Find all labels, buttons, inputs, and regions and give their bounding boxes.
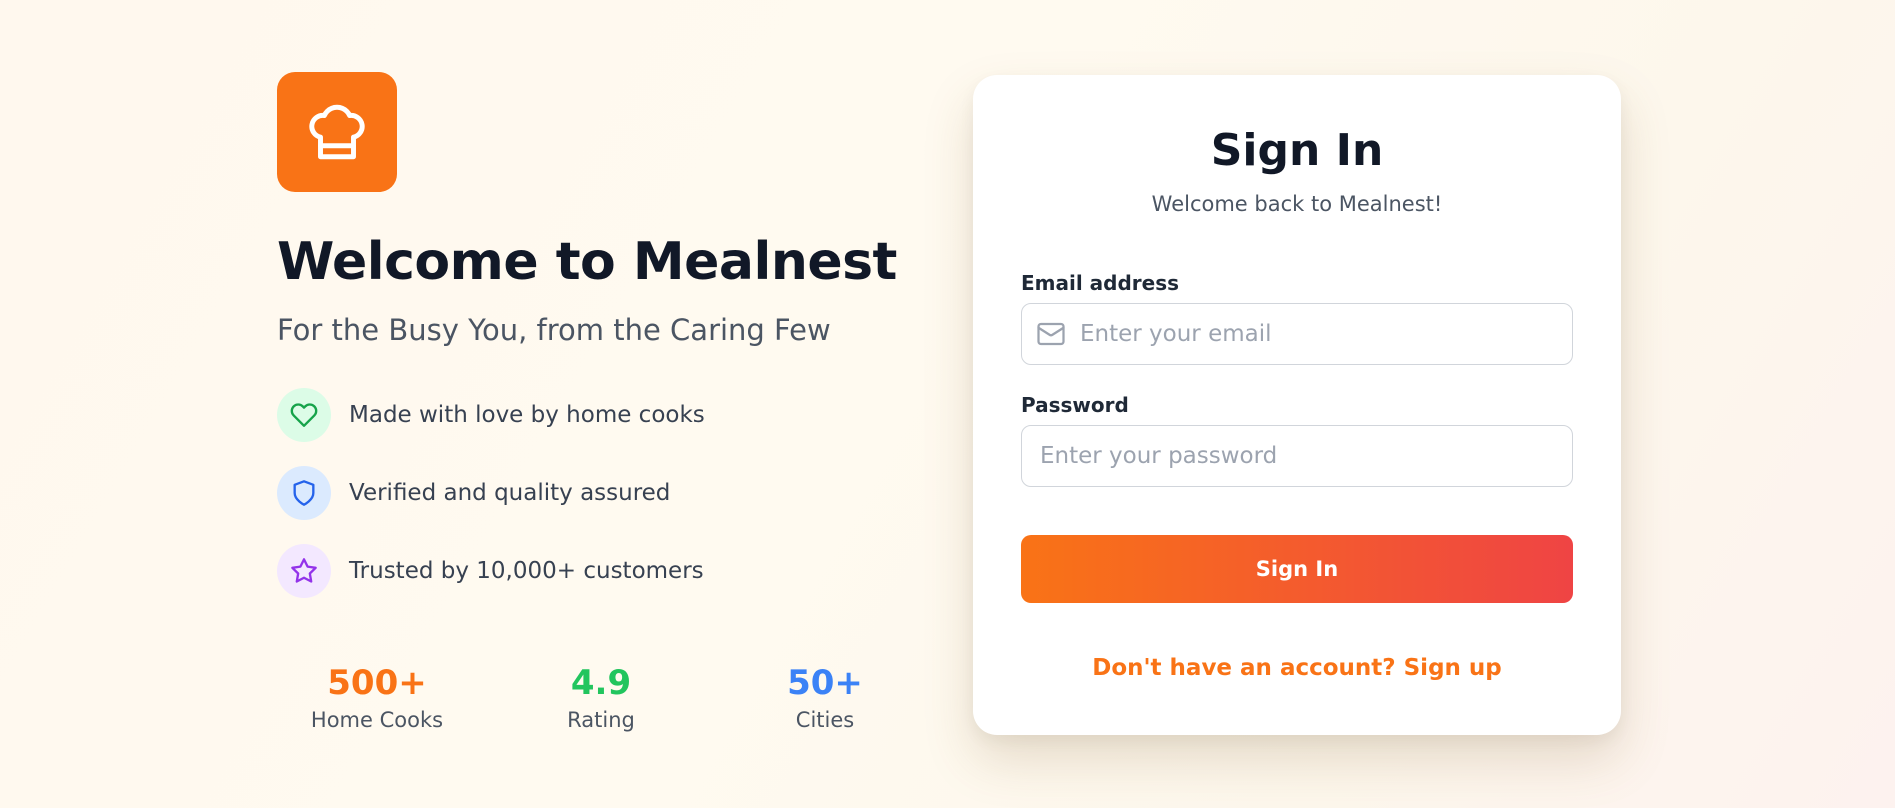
password-field[interactable] [1021,425,1573,487]
feature-text: Verified and quality assured [349,480,671,506]
brand-logo [277,72,397,192]
stat-home-cooks: 500+ Home Cooks [277,662,477,732]
welcome-headline: Welcome to Mealnest [277,232,897,292]
signup-link[interactable]: Don't have an account? Sign up [973,655,1621,681]
signin-title: Sign In [1210,125,1384,176]
feature-list: Made with love by home cooks Verified an… [277,388,877,598]
mail-icon [1036,319,1066,349]
email-input[interactable] [1080,304,1572,364]
stat-value: 500+ [327,663,427,703]
stat-label: Cities [795,708,855,732]
chef-hat-icon [309,104,365,160]
feature-item-trusted: Trusted by 10,000+ customers [277,544,877,598]
stat-rating: 4.9 Rating [501,662,701,732]
password-label: Password [1021,393,1129,417]
signin-button[interactable]: Sign In [1021,535,1573,603]
stat-label: Home Cooks [310,708,444,732]
signin-subtitle: Welcome back to Mealnest! [1151,192,1443,216]
stat-value: 4.9 [570,663,632,703]
stat-cities: 50+ Cities [725,662,925,732]
tagline: For the Busy You, from the Caring Few [277,313,831,347]
stat-label: Rating [567,708,635,732]
heart-icon [277,388,331,442]
feature-text: Trusted by 10,000+ customers [349,558,704,584]
password-input[interactable] [1040,426,1572,486]
email-label: Email address [1021,271,1180,295]
feature-item-verified: Verified and quality assured [277,466,877,520]
email-field[interactable] [1021,303,1573,365]
signin-card: Sign In Welcome back to Mealnest! Email … [973,75,1621,735]
feature-text: Made with love by home cooks [349,402,705,428]
star-icon [277,544,331,598]
stat-value: 50+ [787,663,863,703]
shield-icon [277,466,331,520]
welcome-panel: Welcome to Mealnest For the Busy You, fr… [277,72,897,732]
feature-item-love: Made with love by home cooks [277,388,877,442]
